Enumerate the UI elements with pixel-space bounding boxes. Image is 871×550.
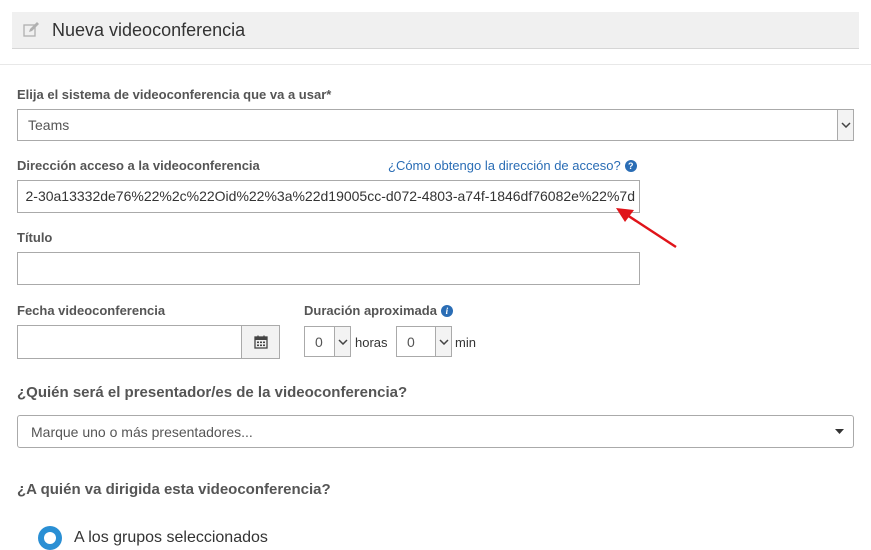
titulo-input[interactable] — [17, 252, 640, 285]
hours-value: 0 — [315, 333, 323, 350]
annotation-arrow — [616, 208, 677, 249]
address-help-link[interactable]: ¿Cómo obtengo la dirección de acceso? ? — [388, 158, 637, 173]
audience-question: ¿A quién va dirigida esta videoconferenc… — [17, 481, 331, 498]
info-icon: i — [440, 304, 453, 317]
minutes-select[interactable]: 0 — [396, 326, 452, 357]
calendar-icon — [253, 335, 268, 349]
duracion-label-wrap: Duración aproximada i — [304, 303, 453, 318]
page-header: Nueva videoconferencia — [12, 12, 859, 49]
fecha-label: Fecha videoconferencia — [17, 303, 166, 318]
header-divider — [0, 64, 871, 65]
presenter-placeholder: Marque uno o más presentadores... — [31, 423, 253, 440]
radio-selected-icon[interactable] — [38, 526, 62, 550]
titulo-label: Título — [17, 230, 53, 245]
edit-icon — [22, 21, 40, 39]
chevron-down-icon[interactable] — [837, 110, 853, 140]
question-icon: ? — [624, 159, 637, 172]
page-title: Nueva videoconferencia — [52, 19, 246, 40]
hours-select[interactable]: 0 — [304, 326, 351, 357]
address-input-value: 2-30a13332de76%22%2c%22Oid%22%3a%22d1900… — [25, 188, 636, 204]
caret-down-icon[interactable] — [825, 429, 853, 434]
audience-option-label: A los grupos seleccionados — [74, 529, 268, 546]
chevron-down-icon[interactable] — [334, 327, 350, 356]
chevron-down-icon[interactable] — [435, 327, 451, 356]
address-input[interactable]: 2-30a13332de76%22%2c%22Oid%22%3a%22d1900… — [17, 180, 640, 213]
minutes-unit: min — [455, 335, 476, 350]
minutes-value: 0 — [407, 333, 415, 350]
address-help-text[interactable]: ¿Cómo obtengo la dirección de acceso? — [388, 158, 621, 173]
duracion-label: Duración aproximada — [304, 303, 437, 318]
presenter-select[interactable]: Marque uno o más presentadores... — [17, 415, 854, 448]
system-select[interactable]: Teams — [17, 109, 854, 141]
system-select-value: Teams — [28, 117, 70, 133]
fecha-input[interactable] — [17, 325, 242, 359]
presenter-question: ¿Quién será el presentador/es de la vide… — [17, 384, 408, 401]
calendar-button[interactable] — [242, 325, 280, 359]
hours-unit: horas — [355, 335, 388, 350]
audience-option-groups[interactable]: A los grupos seleccionados — [38, 526, 268, 550]
system-label: Elija el sistema de videoconferencia que… — [17, 87, 332, 102]
address-label: Dirección acceso a la videoconferencia — [17, 158, 260, 173]
